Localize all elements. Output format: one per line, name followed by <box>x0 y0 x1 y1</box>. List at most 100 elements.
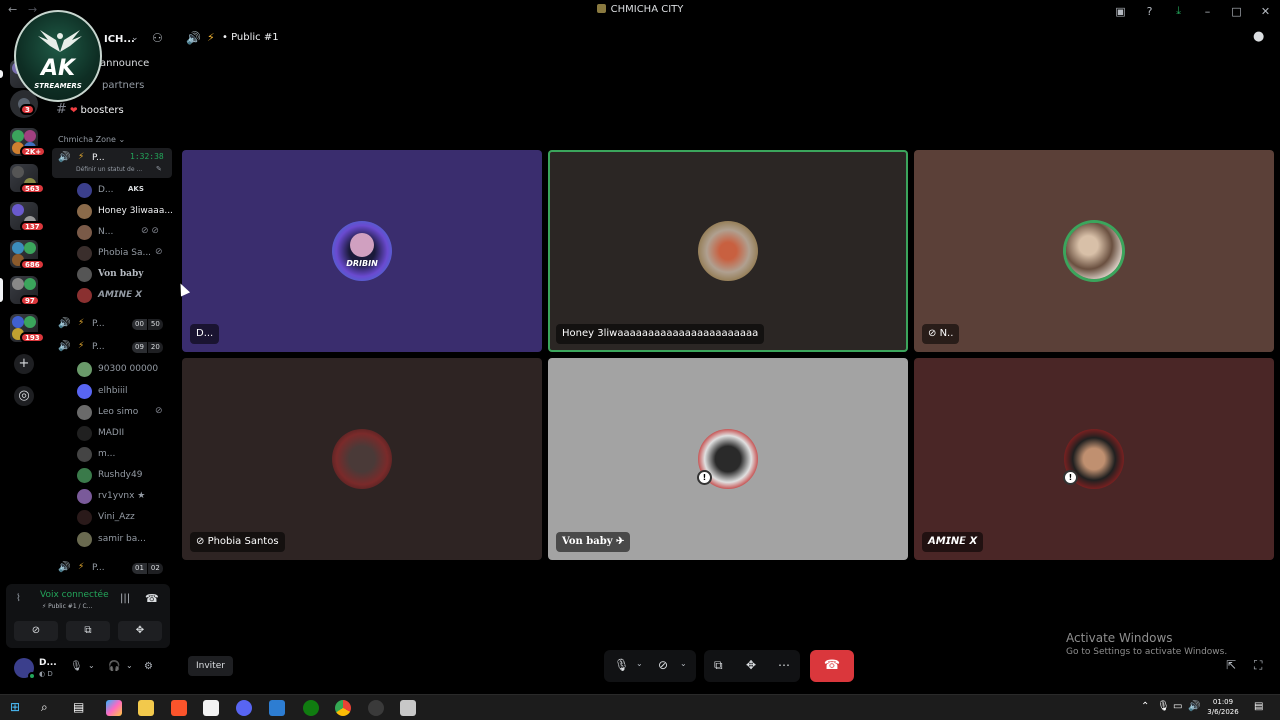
headphones-icon[interactable]: 🎧 <box>108 661 120 672</box>
voice-channel-2[interactable]: 🔊 ⚡ P... 00 50 <box>52 314 172 336</box>
microphone-icon[interactable]: 🎙 <box>614 658 629 672</box>
voice-user[interactable]: MADII <box>77 425 169 443</box>
voice-user[interactable]: m... <box>77 446 169 464</box>
user-limit-counter: 01 02 <box>132 563 163 574</box>
status-icon: ! <box>1063 470 1078 485</box>
avatar <box>77 288 92 303</box>
compass-icon[interactable]: ◎ <box>14 386 34 406</box>
file-explorer-icon[interactable] <box>138 700 154 716</box>
chevron-up-icon[interactable]: ⌃ <box>1141 701 1149 712</box>
user-name[interactable]: D... <box>39 658 57 668</box>
avatar <box>77 246 92 261</box>
voice-user[interactable]: Phobia Sa... ⊘ <box>77 245 169 263</box>
category-chmicha-zone[interactable]: Chmicha Zone ⌄ <box>58 135 125 144</box>
chevron-down-icon[interactable]: ⌄ <box>88 661 95 670</box>
disconnect-icon[interactable]: ☎ <box>145 592 159 605</box>
camera-off-icon[interactable]: ⊘ <box>658 658 668 672</box>
app-icon[interactable] <box>400 700 416 716</box>
channel-partners[interactable]: partners <box>102 80 144 96</box>
download-icon[interactable]: ⤓ <box>1164 4 1193 18</box>
speaker-icon: 🔊 <box>186 31 201 45</box>
more-options-icon[interactable]: ⋯ <box>778 658 790 672</box>
voice-status[interactable]: Voix connectée <box>40 590 109 600</box>
volume-icon[interactable]: 🔊 <box>1188 701 1200 712</box>
task-view-icon[interactable]: ▤ <box>73 700 84 714</box>
screen-share-button[interactable]: ⧉ <box>66 621 110 641</box>
signal-icon[interactable]: ⌇ <box>16 593 21 604</box>
plus-icon[interactable]: + <box>14 354 34 374</box>
voice-user[interactable]: Von baby <box>77 266 169 284</box>
mention-badge: 2K+ <box>20 146 47 157</box>
brave-icon[interactable] <box>171 700 187 716</box>
voice-user[interactable]: Honey 3liwaaa... <box>77 203 173 221</box>
call-title: • Public #1 <box>222 32 279 43</box>
selected-pill <box>0 278 3 302</box>
avatar <box>77 384 92 399</box>
bolt-icon: ⚡ <box>78 318 85 328</box>
participant-tile[interactable]: ! Von baby ✈ <box>548 358 908 560</box>
voice-user[interactable]: elhbiiil <box>77 383 169 401</box>
gear-icon[interactable]: ⚙ <box>144 661 153 672</box>
participant-tile[interactable]: Honey 3liwaaaaaaaaaaaaaaaaaaaaaaa <box>548 150 908 352</box>
voice-user[interactable]: samir ba... <box>77 531 169 549</box>
participant-tile[interactable]: ⊘ Phobia Santos <box>182 358 542 560</box>
help-icon[interactable]: ? <box>1135 5 1164 18</box>
minimize-icon[interactable]: – <box>1193 5 1222 18</box>
store-icon[interactable] <box>203 700 219 716</box>
voice-channel-1[interactable]: 🔊 ⚡ P... 1:32:38 Définir un statut de ..… <box>52 148 172 178</box>
xbox-icon[interactable] <box>303 700 319 716</box>
voice-user[interactable]: 90300 00000 <box>77 361 169 379</box>
activities-button[interactable]: ✥ <box>118 621 162 641</box>
pencil-icon[interactable]: ✎ <box>156 165 162 173</box>
network-icon[interactable]: ▭ <box>1173 701 1182 712</box>
inbox-icon[interactable]: ▣ <box>1106 5 1135 18</box>
voice-user[interactable]: rv1yvnx ★ <box>77 488 169 506</box>
pop-out-icon[interactable]: ⇱ <box>1226 658 1236 672</box>
chat-bubble-icon[interactable]: ● <box>1253 29 1264 44</box>
chrome-icon[interactable] <box>335 700 351 716</box>
chevron-down-icon[interactable]: ⌄ <box>131 33 139 43</box>
channel-boosters[interactable]: # ❤ boosters <box>56 102 124 118</box>
noise-suppression-icon[interactable]: ||| <box>120 593 130 604</box>
participant-tile[interactable]: ⊘ N.. <box>914 150 1274 352</box>
camera-button[interactable]: ⊘ <box>14 621 58 641</box>
channel-announce[interactable]: announce <box>100 58 149 74</box>
voice-channel-path[interactable]: ⚡ Public #1 / C... <box>42 603 92 610</box>
app-icon[interactable] <box>269 700 285 716</box>
voice-channel-3[interactable]: 🔊 ⚡ P... 09 20 <box>52 337 172 359</box>
activities-icon: ✥ <box>135 625 145 636</box>
voice-user[interactable]: Leo simo ⊘ <box>77 404 169 422</box>
chevron-down-icon[interactable]: ⌄ <box>680 659 687 668</box>
chevron-down-icon[interactable]: ⌄ <box>636 659 643 668</box>
voice-channel-4[interactable]: 🔊 ⚡ P... 01 02 <box>52 558 172 580</box>
voice-user[interactable]: D... AKS <box>77 182 169 200</box>
voice-user[interactable]: Vini_Azz <box>77 509 169 527</box>
discord-icon[interactable] <box>236 700 252 716</box>
participant-tile[interactable]: ! 𝘼𝙈𝙄𝙉𝙀 𝙓 <box>914 358 1274 560</box>
screen-share-icon[interactable]: ⧉ <box>714 658 723 673</box>
invite-people-icon[interactable]: ⚇ <box>152 31 163 45</box>
voice-user[interactable]: N... ⊘ ⊘ <box>77 224 169 242</box>
microphone-icon[interactable]: 🎙 <box>70 661 83 672</box>
hash-icon: # <box>56 102 67 117</box>
voice-user[interactable]: 𝘼𝙈𝙄𝙉𝙀 𝙓 <box>77 287 169 305</box>
fullscreen-icon[interactable]: ⛶ <box>1254 658 1262 673</box>
copilot-icon[interactable] <box>106 700 122 716</box>
share-controls: ⧉ ✥ ⋯ <box>704 650 800 682</box>
windows-start-icon[interactable]: ⊞ <box>10 700 20 714</box>
notification-icon[interactable]: ▤ <box>1254 701 1263 712</box>
github-icon[interactable] <box>368 700 384 716</box>
disconnect-button[interactable]: ☎ <box>810 650 854 682</box>
system-clock[interactable]: 01:09 3/6/2026 <box>1200 697 1246 717</box>
set-status-prompt[interactable]: Définir un statut de ... <box>76 166 142 173</box>
invite-button[interactable]: Inviter <box>188 656 233 676</box>
microphone-icon[interactable]: 🎙 <box>1157 701 1170 712</box>
chevron-down-icon[interactable]: ⌄ <box>126 661 133 670</box>
activities-icon[interactable]: ✥ <box>746 658 756 672</box>
search-icon[interactable]: ⌕ <box>41 700 48 715</box>
close-icon[interactable]: ✕ <box>1251 5 1280 18</box>
voice-user[interactable]: Rushdy49 <box>77 467 169 485</box>
maximize-icon[interactable]: □ <box>1222 5 1251 18</box>
participant-tile[interactable]: DRIBIN D... <box>182 150 542 352</box>
online-status-dot <box>28 672 36 680</box>
